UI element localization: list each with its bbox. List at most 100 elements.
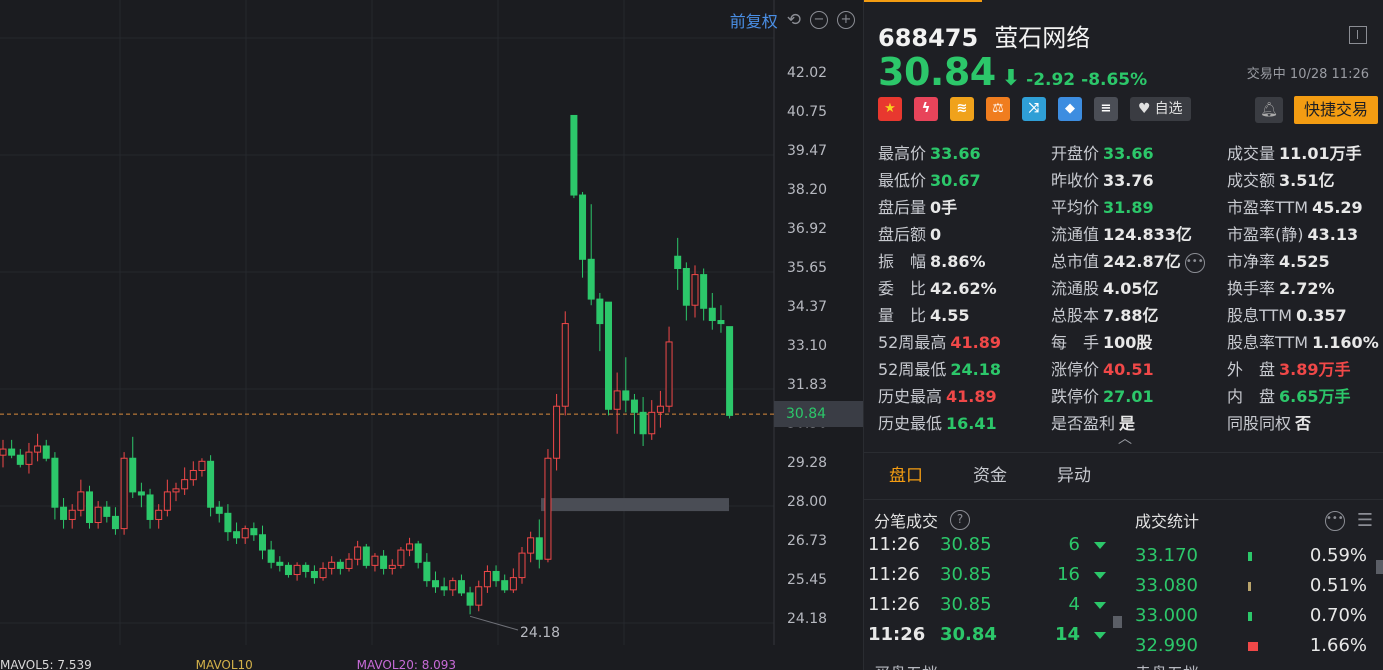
candle-body xyxy=(553,405,561,459)
tick-qty: 14 xyxy=(1054,624,1080,645)
undo-icon[interactable]: ⟲ xyxy=(787,10,801,30)
panel-layout-icon[interactable] xyxy=(1349,26,1367,44)
quote-field-label: 市盈率TTM xyxy=(1227,198,1309,217)
tab-movement[interactable]: 异动 xyxy=(1032,453,1116,499)
quote-field: 股息TTM 0.357 xyxy=(1227,302,1379,329)
quote-field-value: 1.160% xyxy=(1312,333,1379,352)
more-info-icon[interactable]: ••• xyxy=(1184,252,1205,273)
quote-field-value: 124.833亿 xyxy=(1103,225,1192,244)
y-axis-tick-label: 28.00 xyxy=(787,494,827,510)
collapse-chevron-icon[interactable]: ︿ xyxy=(1118,428,1132,448)
quote-field-value: 33.76 xyxy=(1103,171,1154,190)
candle-body xyxy=(700,274,708,309)
quote-field-label: 成交额 xyxy=(1227,171,1276,190)
candle-body xyxy=(293,564,301,576)
quote-field-value: 否 xyxy=(1295,414,1312,433)
candle-body xyxy=(561,323,569,407)
tick-time: 11:26 xyxy=(868,534,920,555)
y-axis-tick-label: 26.73 xyxy=(787,533,827,549)
quote-field: 市净率 4.525 xyxy=(1227,248,1379,275)
tick-list[interactable]: 11:26 30.85 6 11:26 30.85 16 11:26 30.85 4 11:26 3… xyxy=(868,530,1114,650)
stats-row: 33.170 0.59% xyxy=(1135,541,1375,571)
quote-field-label: 总股本 xyxy=(1051,306,1100,325)
quote-field: 成交量 11.01万手 xyxy=(1227,140,1379,167)
mavol20-label: MAVOL20: 8.093 xyxy=(356,658,457,670)
candle-body xyxy=(0,448,7,456)
quote-column-3: 成交量 11.01万手 成交额 3.51亿 市盈率TTM 45.29 市盈率(静) 43.13… xyxy=(1227,140,1379,437)
bid-levels-label: 买盘五档 xyxy=(874,660,938,670)
stats-toolbar: ••• ☰ xyxy=(1324,510,1373,531)
quote-field: 振 幅 8.86% xyxy=(878,248,1001,275)
candle-body xyxy=(613,390,621,410)
quote-field: 量 比 4.55 xyxy=(878,302,1001,329)
candle-body xyxy=(639,411,647,435)
tag-icon[interactable]: ◆ xyxy=(1058,97,1082,121)
sell-arrow-icon xyxy=(1094,602,1106,609)
document-icon[interactable]: ≡ xyxy=(1094,97,1118,121)
low-price-annotation: 24.18 xyxy=(520,625,561,641)
china-flag-icon[interactable]: ★ xyxy=(878,97,902,121)
zoom-out-icon[interactable]: − xyxy=(810,11,828,29)
stock-name: 萤石网络 xyxy=(994,24,1091,52)
zoom-in-icon[interactable]: + xyxy=(837,11,855,29)
quote-field: 换手率 2.72% xyxy=(1227,275,1379,302)
coins-icon[interactable]: ≋ xyxy=(950,97,974,121)
adjust-mode-link[interactable]: 前复权 xyxy=(730,8,778,32)
add-watchlist-button[interactable]: ♥ 自选 xyxy=(1130,97,1191,121)
balance-icon[interactable]: ⚖ xyxy=(986,97,1010,121)
candle-body xyxy=(483,570,491,588)
quote-field-value: 0.357 xyxy=(1296,306,1347,325)
quote-field-label: 52周最高 xyxy=(878,333,947,352)
candle-body xyxy=(475,586,483,606)
quick-trade-button[interactable]: 快捷交易 xyxy=(1294,96,1378,124)
candle-body xyxy=(233,531,241,539)
candle-body xyxy=(354,546,362,560)
bell-icon[interactable]: 🔔︎ xyxy=(1255,97,1283,123)
tab-orderbook[interactable]: 盘口 xyxy=(864,453,948,499)
candle-body xyxy=(691,274,699,306)
quote-field-label: 换手率 xyxy=(1227,279,1276,298)
help-icon[interactable]: ? xyxy=(950,510,971,530)
stats-price: 33.170 xyxy=(1135,545,1198,566)
stats-scrollbar[interactable] xyxy=(1376,560,1383,574)
quote-field: 总市值 242.87亿 ••• xyxy=(1051,248,1205,275)
sell-arrow-icon xyxy=(1094,572,1106,579)
y-axis-tick-label: 36.92 xyxy=(787,221,827,237)
tick-row: 11:26 30.85 16 xyxy=(868,560,1114,590)
tab-capital[interactable]: 资金 xyxy=(948,453,1032,499)
candle-body xyxy=(726,326,734,416)
y-axis-tick-label: 40.75 xyxy=(787,104,827,120)
quote-field: 盘后额 0 xyxy=(878,221,1001,248)
tick-row: 11:26 30.85 4 xyxy=(868,590,1114,620)
stats-price: 32.990 xyxy=(1135,635,1198,656)
candle-body xyxy=(103,506,111,517)
badge-row: ★ ϟ ≋ ⚖ ⤨ ◆ ≡ ♥ 自选 xyxy=(878,97,1191,121)
tick-time: 11:26 xyxy=(868,594,920,615)
kline-chart-panel[interactable]: 42.02 40.75 39.47 38.20 36.92 35.65 34.37 33.10… xyxy=(0,0,863,670)
quote-field-label: 股息TTM xyxy=(1227,306,1293,325)
stats-row: 33.080 0.51% xyxy=(1135,571,1375,601)
price-change-pct: -8.65% xyxy=(1081,70,1148,90)
candlestick-chart[interactable]: 42.02 40.75 39.47 38.20 36.92 35.65 34.37 33.10… xyxy=(0,0,863,670)
tick-scrollbar[interactable] xyxy=(1113,616,1122,628)
watchlist-label: 自选 xyxy=(1154,101,1183,117)
candle-body xyxy=(86,491,93,524)
quote-field-label: 历史最低 xyxy=(878,414,943,433)
stats-pct: 0.70% xyxy=(1309,605,1367,626)
quote-field-value: 30.67 xyxy=(930,171,981,190)
volume-stats-list[interactable]: 33.170 0.59% 33.080 0.51% 33.000 0.70% 32.990 1… xyxy=(1135,541,1375,661)
candle-body xyxy=(527,537,535,554)
quote-field-value: 4.525 xyxy=(1279,252,1330,271)
shuffle-icon[interactable]: ⤨ xyxy=(1022,97,1046,121)
candle-body xyxy=(146,494,154,520)
quote-field: 每 手 100股 xyxy=(1051,329,1205,356)
more-icon[interactable]: ••• xyxy=(1324,510,1345,531)
stats-row: 32.990 1.66% xyxy=(1135,631,1375,661)
stats-bar xyxy=(1248,552,1252,561)
candle-body xyxy=(457,580,465,594)
quote-field-value: 11.01万手 xyxy=(1279,144,1362,163)
list-icon[interactable]: ☰ xyxy=(1357,510,1373,531)
quote-field-value: 41.89 xyxy=(950,333,1001,352)
flash-icon[interactable]: ϟ xyxy=(914,97,938,121)
quote-field-label: 平均价 xyxy=(1051,198,1100,217)
